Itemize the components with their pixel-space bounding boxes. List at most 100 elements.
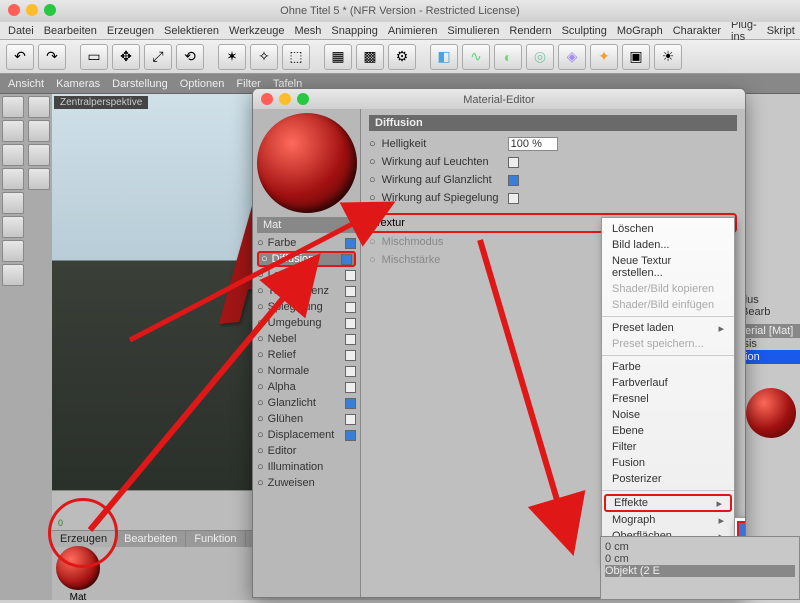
move-tool[interactable]: ✥ <box>112 44 140 70</box>
ctx-posterizer[interactable]: Posterizer <box>602 471 734 487</box>
channel-zuweisen[interactable]: ○Zuweisen <box>257 475 356 491</box>
snap-button[interactable]: ✶ <box>218 44 246 70</box>
channel-transparenz[interactable]: ○Transparenz <box>257 283 356 299</box>
checkbox[interactable] <box>345 334 356 345</box>
light-primitive[interactable]: ☀ <box>654 44 682 70</box>
channel-normale[interactable]: ○Normale <box>257 363 356 379</box>
subtab[interactable]: Darstellung <box>112 78 168 90</box>
subtab[interactable]: Ansicht <box>8 78 44 90</box>
redo-button[interactable]: ↷ <box>38 44 66 70</box>
menu-item[interactable]: MoGraph <box>617 25 663 37</box>
channel-leuchten[interactable]: ○Leuchten <box>257 267 356 283</box>
checkbox[interactable] <box>345 238 356 249</box>
channel-alpha[interactable]: ○Alpha <box>257 379 356 395</box>
channel-spiegelung[interactable]: ○Spiegelung <box>257 299 356 315</box>
ctx-bild-laden-[interactable]: Bild laden... <box>602 237 734 253</box>
render-settings-button[interactable]: ⚙ <box>388 44 416 70</box>
minimize-icon[interactable] <box>26 4 38 16</box>
object-mode-icon[interactable] <box>2 120 24 142</box>
ctx-mograph[interactable]: Mograph <box>602 512 734 528</box>
material-name-field[interactable]: Mat <box>257 217 356 233</box>
checkbox[interactable] <box>345 398 356 409</box>
close-icon[interactable] <box>261 93 273 105</box>
checkbox[interactable] <box>345 366 356 377</box>
channel-umgebung[interactable]: ○Umgebung <box>257 315 356 331</box>
undo-button[interactable]: ↶ <box>6 44 34 70</box>
spline-primitive[interactable]: ∿ <box>462 44 490 70</box>
mat-tab-funktion[interactable]: Funktion <box>186 531 244 547</box>
channel-farbe[interactable]: ○Farbe <box>257 235 356 251</box>
uv-mode-icon[interactable] <box>2 264 24 286</box>
ctx-effekte[interactable]: Effekte <box>604 494 732 512</box>
lock-button[interactable]: ⬚ <box>282 44 310 70</box>
checkbox[interactable] <box>341 254 352 265</box>
channel-illumination[interactable]: ○Illumination <box>257 459 356 475</box>
checkbox[interactable] <box>345 382 356 393</box>
menu-item[interactable]: Rendern <box>509 25 551 37</box>
menu-item[interactable]: Skript <box>767 25 795 37</box>
snap-edge-icon[interactable] <box>28 144 50 166</box>
checkbox[interactable] <box>345 270 356 281</box>
zoom-icon[interactable] <box>297 93 309 105</box>
checkbox[interactable] <box>345 286 356 297</box>
ctx-farbverlauf[interactable]: Farbverlauf <box>602 375 734 391</box>
checkbox[interactable] <box>345 302 356 313</box>
menu-item[interactable]: Datei <box>8 25 34 37</box>
cube-primitive[interactable]: ◧ <box>430 44 458 70</box>
snap-poly-icon[interactable] <box>28 168 50 190</box>
render-region-button[interactable]: ▩ <box>356 44 384 70</box>
model-mode-icon[interactable] <box>2 96 24 118</box>
menu-item[interactable]: Snapping <box>331 25 378 37</box>
channel-glanzlicht[interactable]: ○Glanzlicht <box>257 395 356 411</box>
checkbox[interactable] <box>508 175 519 186</box>
edge-mode-icon[interactable] <box>2 168 24 190</box>
mat-tab-bearbeiten[interactable]: Bearbeiten <box>116 531 185 547</box>
ctx-preset-laden[interactable]: Preset laden <box>602 320 734 336</box>
channel-glühen[interactable]: ○Glühen <box>257 411 356 427</box>
deformer-primitive[interactable]: ◈ <box>558 44 586 70</box>
texture-mode-icon[interactable] <box>2 216 24 238</box>
axis-mode-icon[interactable] <box>2 240 24 262</box>
camera-primitive[interactable]: ▣ <box>622 44 650 70</box>
ctx-ebene[interactable]: Ebene <box>602 423 734 439</box>
ctx-fresnel[interactable]: Fresnel <box>602 391 734 407</box>
scale-tool[interactable]: ⤢ <box>144 44 172 70</box>
channel-editor[interactable]: ○Editor <box>257 443 356 459</box>
menu-item[interactable]: Mesh <box>294 25 321 37</box>
menu-item[interactable]: Erzeugen <box>107 25 154 37</box>
axis-button[interactable]: ✧ <box>250 44 278 70</box>
render-button[interactable]: ▦ <box>324 44 352 70</box>
ctx-noise[interactable]: Noise <box>602 407 734 423</box>
minimize-icon[interactable] <box>279 93 291 105</box>
menu-item[interactable]: Plug-ins <box>731 19 757 43</box>
zoom-icon[interactable] <box>44 4 56 16</box>
checkbox[interactable] <box>345 414 356 425</box>
ctx-neue-textur-erstellen-[interactable]: Neue Textur erstellen... <box>602 253 734 281</box>
checkbox[interactable] <box>345 350 356 361</box>
checkbox[interactable] <box>345 318 356 329</box>
point-mode-icon[interactable] <box>2 144 24 166</box>
menu-item[interactable]: Werkzeuge <box>229 25 284 37</box>
checkbox[interactable] <box>508 193 519 204</box>
material-swatch[interactable] <box>56 546 100 590</box>
menu-item[interactable]: Selektieren <box>164 25 219 37</box>
scene-primitive[interactable]: ✦ <box>590 44 618 70</box>
rotate-tool[interactable]: ⟲ <box>176 44 204 70</box>
brightness-value[interactable]: 100 % <box>508 137 558 151</box>
menu-item[interactable]: Simulieren <box>447 25 499 37</box>
select-tool[interactable]: ▭ <box>80 44 108 70</box>
ctx-filter[interactable]: Filter <box>602 439 734 455</box>
menu-item[interactable]: Sculpting <box>562 25 607 37</box>
menu-item[interactable]: Bearbeiten <box>44 25 97 37</box>
checkbox[interactable] <box>345 430 356 441</box>
material-preview[interactable] <box>257 113 357 213</box>
channel-displacement[interactable]: ○Displacement <box>257 427 356 443</box>
generator-primitive[interactable]: ◎ <box>526 44 554 70</box>
channel-relief[interactable]: ○Relief <box>257 347 356 363</box>
ctx-fusion[interactable]: Fusion <box>602 455 734 471</box>
polygon-mode-icon[interactable] <box>2 192 24 214</box>
channel-diffusion[interactable]: ○Diffusion <box>257 251 356 267</box>
checkbox[interactable] <box>508 157 519 168</box>
ctx-farbe[interactable]: Farbe <box>602 359 734 375</box>
snap-grid-icon[interactable] <box>28 96 50 118</box>
